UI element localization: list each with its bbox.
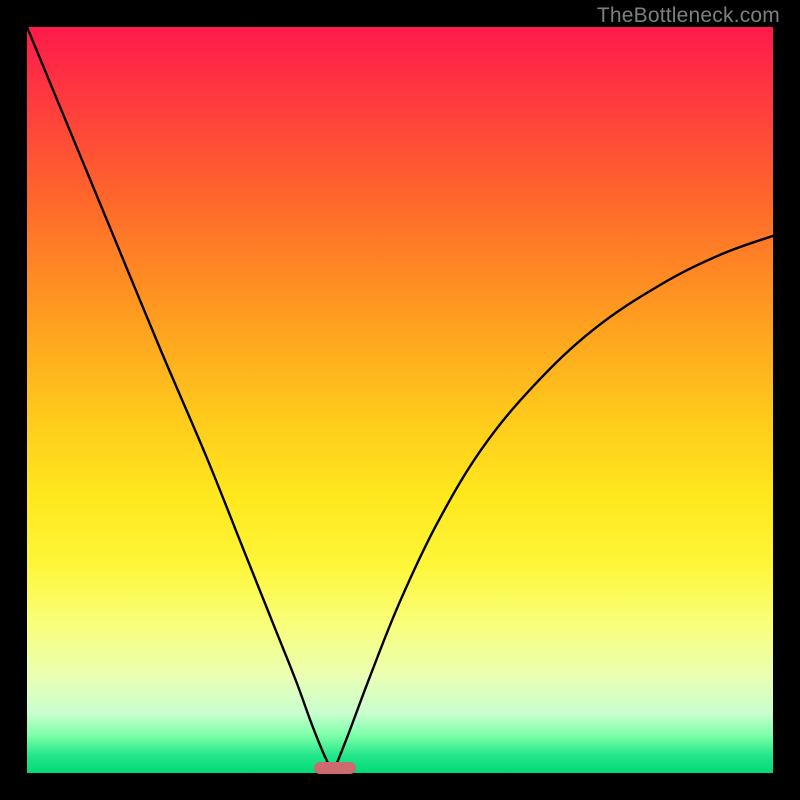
left-curve [27,27,333,773]
watermark-text: TheBottleneck.com [597,4,780,28]
optimum-marker [314,762,356,775]
right-curve [333,236,773,773]
chart-plot-area [27,27,773,773]
bottleneck-curves [27,27,773,773]
